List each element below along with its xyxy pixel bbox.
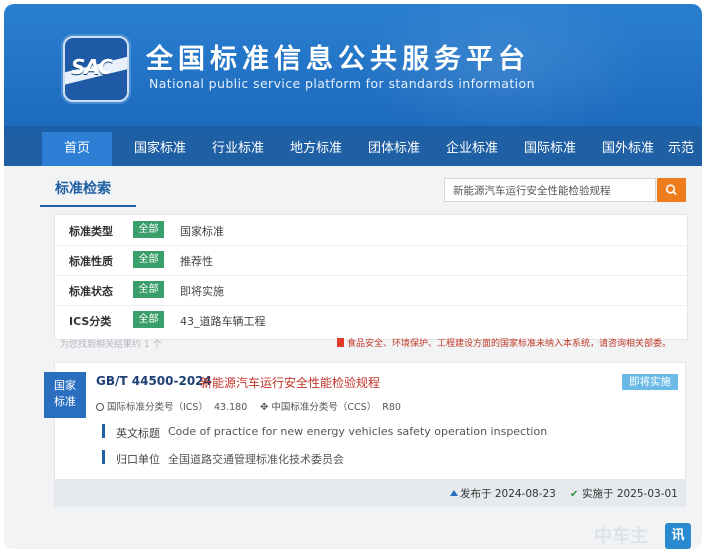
search-icon xyxy=(665,184,677,196)
filter-row-ics: ICS分类 全部 43_道路车辆工程 xyxy=(55,305,687,335)
nav-item-enterprise[interactable]: 企业标准 xyxy=(434,132,510,166)
filter-value[interactable]: 43_道路车辆工程 xyxy=(180,313,266,329)
standard-name[interactable]: 新能源汽车运行安全性能检验规程 xyxy=(200,374,380,391)
category-line-1: 国家 xyxy=(54,379,76,392)
scope-notice-text: 食品安全、环境保护、工程建设方面的国家标准未纳入本系统，请咨询相关部委。 xyxy=(347,339,672,349)
filter-all-badge[interactable]: 全部 xyxy=(133,251,164,268)
effective-date-text: 实施于 2025-03-01 xyxy=(582,488,678,500)
detail-marker xyxy=(102,424,105,438)
filter-row-status: 标准状态 全部 即将实施 xyxy=(55,275,687,306)
check-icon: ✔ xyxy=(570,489,579,500)
search-input[interactable]: 新能源汽车运行安全性能检验规程 xyxy=(444,178,656,202)
sac-logo[interactable]: SAC xyxy=(63,36,129,102)
status-badge: 即将实施 xyxy=(622,374,678,390)
english-title: Code of practice for new energy vehicles… xyxy=(168,425,548,438)
search-button[interactable] xyxy=(657,178,686,202)
filter-all-badge[interactable]: 全部 xyxy=(133,311,164,328)
nav-item-national[interactable]: 国家标准 xyxy=(122,132,198,166)
nav-item-foreign[interactable]: 国外标准 xyxy=(590,132,666,166)
filter-all-badge[interactable]: 全部 xyxy=(133,281,164,298)
ccs-label: 中国标准分类号（CCS） xyxy=(271,402,377,413)
ics-info: 国际标准分类号（ICS） 43.180 xyxy=(96,399,247,413)
filter-value[interactable]: 推荐性 xyxy=(180,253,213,269)
nav-item-group[interactable]: 团体标准 xyxy=(356,132,432,166)
filter-row-nature: 标准性质 全部 推荐性 xyxy=(55,245,687,276)
filter-label: 标准类型 xyxy=(69,225,113,238)
english-title-label: 英文标题 xyxy=(116,427,160,440)
filter-value[interactable]: 即将实施 xyxy=(180,283,224,299)
crosshair-icon: ✥ xyxy=(260,402,269,413)
filter-all-badge[interactable]: 全部 xyxy=(133,221,164,238)
nav-item-local[interactable]: 地方标准 xyxy=(278,132,354,166)
ccs-info: ✥ 中国标准分类号（CCS） R80 xyxy=(260,399,401,413)
filter-label: 标准状态 xyxy=(69,285,113,298)
watermark-text: 中车主 xyxy=(594,526,648,547)
search-bar: 标准检索 新能源汽车运行安全性能检验规程 xyxy=(40,170,686,208)
page: SAC 全国标准信息公共服务平台 National public service… xyxy=(4,4,702,549)
search-section-title[interactable]: 标准检索 xyxy=(55,178,111,198)
publish-date-text: 发布于 2024-08-23 xyxy=(460,488,556,500)
logo-text: SAC xyxy=(71,55,113,79)
category-badge: 国家 标准 xyxy=(44,372,86,418)
site-title: 全国标准信息公共服务平台 xyxy=(146,44,530,75)
nav-item-home[interactable]: 首页 xyxy=(42,132,112,166)
standard-code[interactable]: GB/T 44500-2024 xyxy=(96,374,212,388)
ics-label: 国际标准分类号（ICS） xyxy=(107,402,208,413)
flag-icon xyxy=(337,338,344,347)
ccs-value: R80 xyxy=(382,402,401,413)
filter-value[interactable]: 国家标准 xyxy=(180,223,224,239)
scope-notice: 食品安全、环境保护、工程建设方面的国家标准未纳入本系统，请咨询相关部委。 xyxy=(337,336,671,349)
nav-item-international[interactable]: 国际标准 xyxy=(512,132,588,166)
nav-item-demo[interactable]: 示范 xyxy=(668,132,702,166)
ics-value: 43.180 xyxy=(214,402,248,413)
filter-label: 标准性质 xyxy=(69,255,113,268)
filter-label: ICS分类 xyxy=(69,315,112,328)
detail-marker xyxy=(102,450,105,464)
nav-item-industry[interactable]: 行业标准 xyxy=(200,132,276,166)
responsible-unit: 全国道路交通管理标准化技术委员会 xyxy=(168,453,344,466)
unit-label: 归口单位 xyxy=(116,453,160,466)
upload-icon xyxy=(450,490,458,496)
effective-date: ✔ 实施于 2025-03-01 xyxy=(570,486,678,501)
watermark-badge: 讯 xyxy=(665,523,691,549)
search-title-underline xyxy=(40,205,136,207)
site-header: SAC 全国标准信息公共服务平台 National public service… xyxy=(4,4,702,132)
filter-row-type: 标准类型 全部 国家标准 xyxy=(55,215,687,246)
site-subtitle: National public service platform for sta… xyxy=(149,76,535,91)
globe-icon xyxy=(96,403,104,411)
category-line-2: 标准 xyxy=(54,395,76,408)
filter-panel: 标准类型 全部 国家标准 标准性质 全部 推荐性 标准状态 全部 即将实施 IC… xyxy=(54,214,688,340)
main-nav: 首页 国家标准 行业标准 地方标准 团体标准 企业标准 国际标准 国外标准 示范 xyxy=(4,132,702,166)
result-count: 为您找到相关结果约 1 个 xyxy=(60,340,162,350)
publish-date: 发布于 2024-08-23 xyxy=(450,486,556,501)
